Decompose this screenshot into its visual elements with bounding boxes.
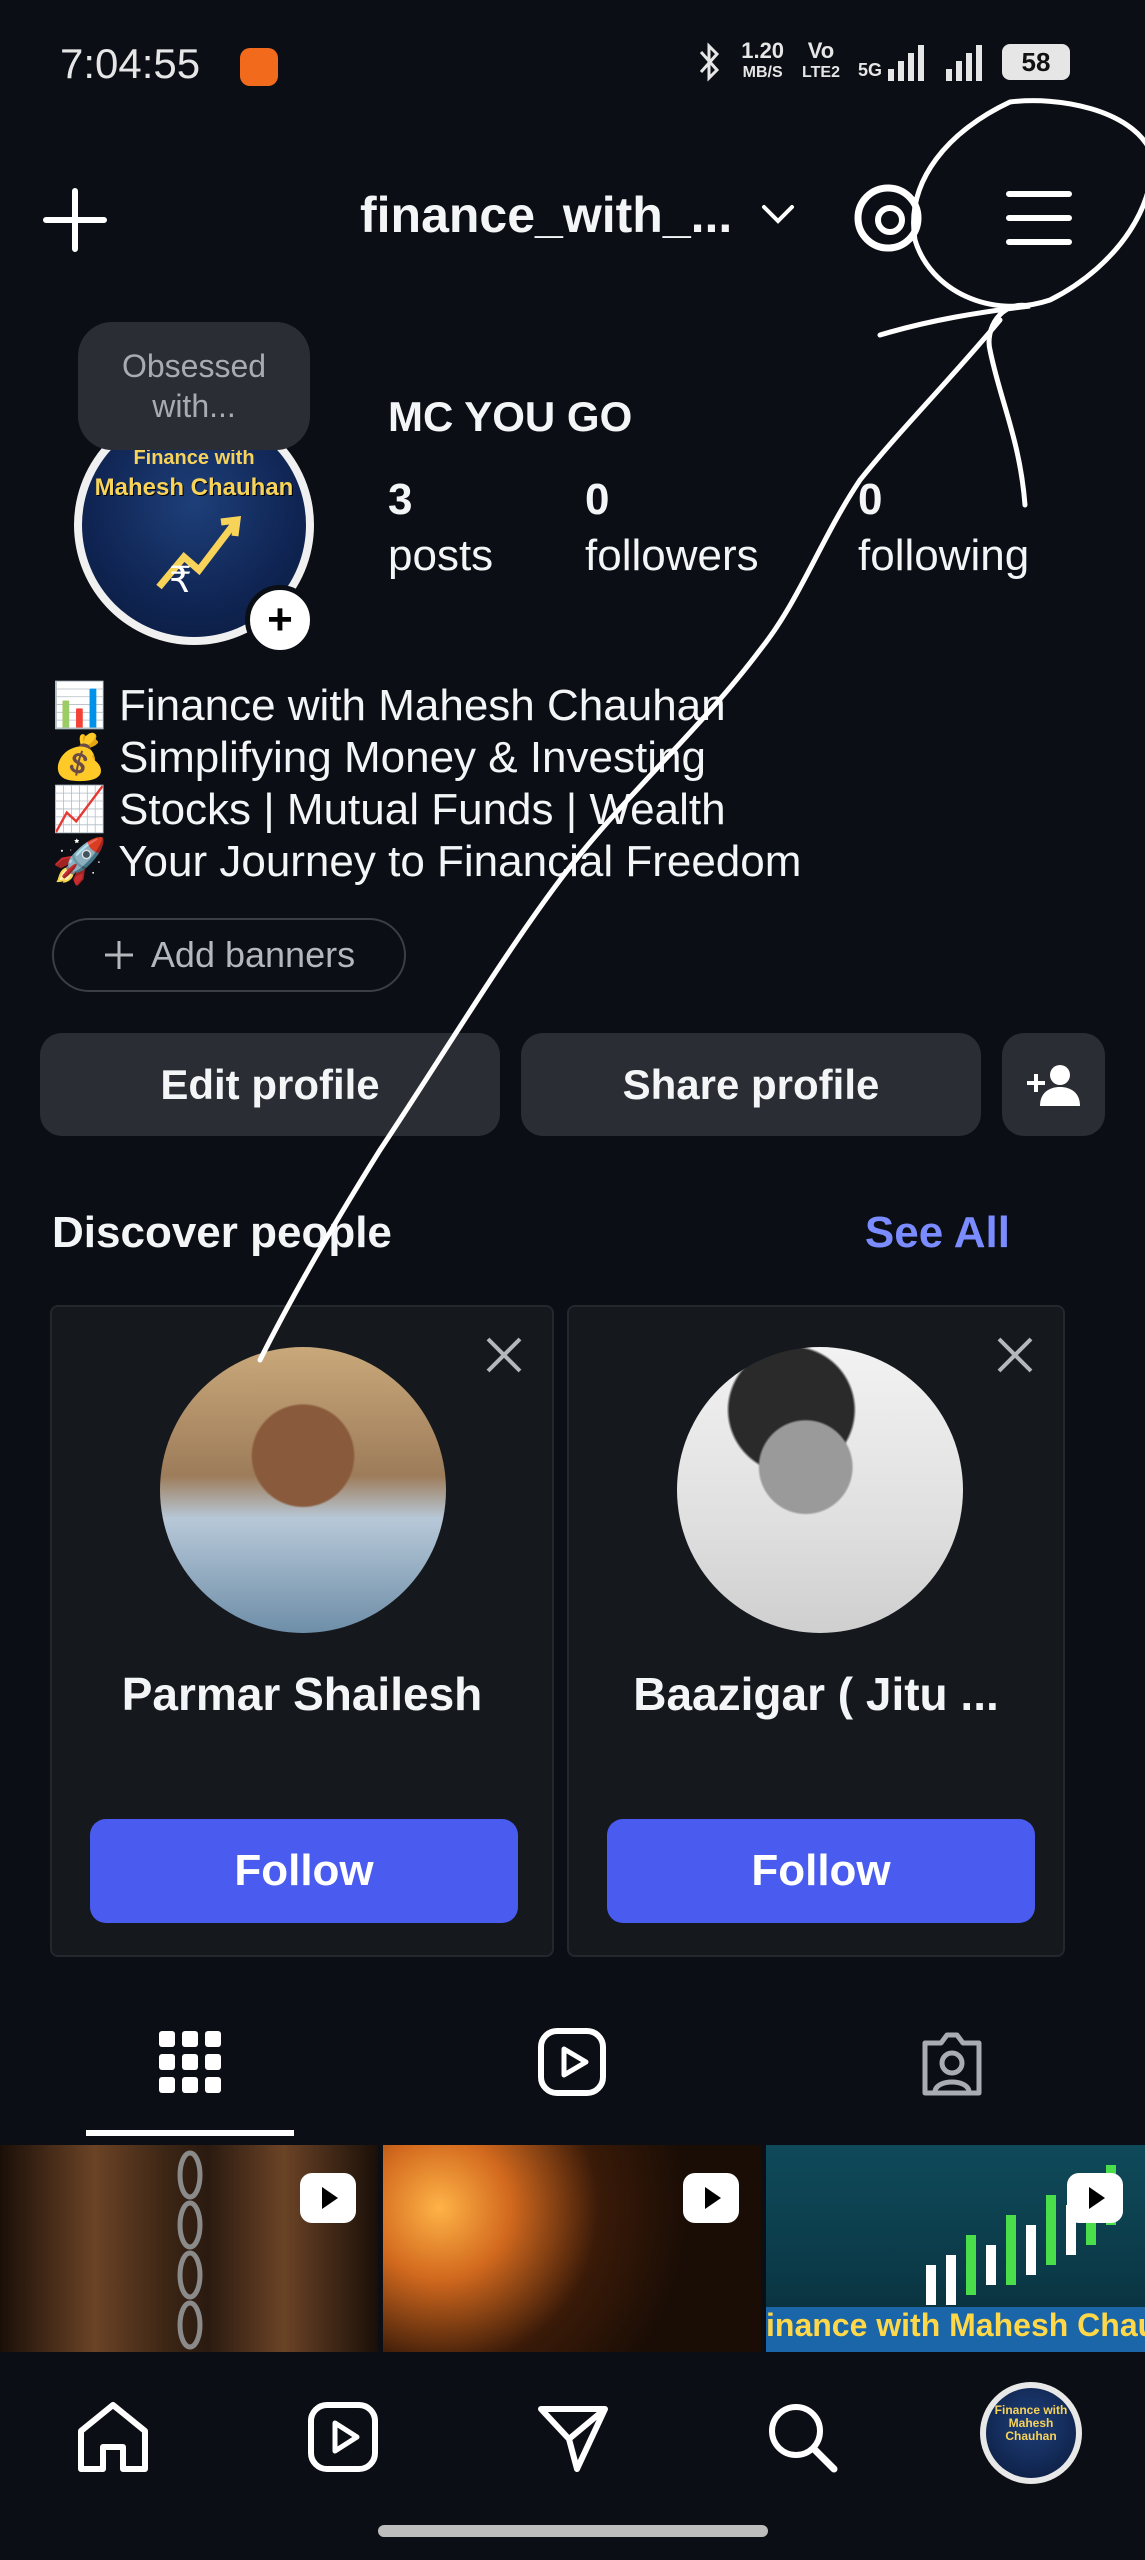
status-time: 7:04:55 <box>60 40 201 87</box>
bio-line: 📈 Stocks | Mutual Funds | Wealth <box>52 785 726 834</box>
svg-text:₹: ₹ <box>169 560 192 601</box>
chevron-down-icon <box>762 205 795 224</box>
follow-button[interactable]: Follow <box>607 1819 1035 1923</box>
display-name: MC YOU GO <box>388 393 633 440</box>
profile-nav-avatar[interactable]: Finance with Mahesh Chauhan <box>980 2382 1082 2484</box>
suggestion-name[interactable]: Parmar Shailesh <box>52 1667 552 1721</box>
notification-app-icon <box>240 48 278 86</box>
followers-stat[interactable]: 0 followers <box>585 475 759 581</box>
bio-line: 💰 Simplifying Money & Investing <box>52 733 706 782</box>
signal-icon-2 <box>946 45 982 81</box>
suggestion-name[interactable]: Baazigar ( Jitu ... <box>569 1667 1063 1721</box>
search-icon[interactable] <box>762 2397 842 2477</box>
discover-people-title: Discover people <box>52 1208 392 1257</box>
home-indicator[interactable] <box>378 2525 768 2537</box>
volte-indicator: Vo LTE2 <box>802 38 840 82</box>
tagged-tab-icon[interactable] <box>915 2025 989 2099</box>
direct-message-icon[interactable] <box>533 2397 613 2477</box>
suggestion-card: Baazigar ( Jitu ... Follow <box>567 1305 1065 1957</box>
follow-button[interactable]: Follow <box>90 1819 518 1923</box>
suggestion-card: Parmar Shailesh Follow <box>50 1305 554 1957</box>
add-person-icon <box>1026 1064 1080 1106</box>
create-plus-icon[interactable] <box>40 185 110 255</box>
reels-tab-icon[interactable] <box>535 2025 609 2099</box>
discover-people-toggle-button[interactable] <box>1002 1033 1105 1136</box>
chain-icon <box>177 2150 203 2350</box>
bio-line: 🚀 Your Journey to Financial Freedom <box>52 837 802 886</box>
signal-icon-1: 5G <box>858 43 926 81</box>
add-banners-button[interactable]: Add banners <box>52 918 406 992</box>
suggestion-avatar[interactable] <box>160 1347 446 1633</box>
battery-icon: 58 <box>1002 44 1070 80</box>
reel-badge-icon <box>1067 2173 1123 2223</box>
bio-line: 📊 Finance with Mahesh Chauhan <box>52 681 726 730</box>
grid-icon[interactable] <box>153 2025 227 2099</box>
post-thumbnail[interactable] <box>0 2145 378 2355</box>
rupee-growth-logo-icon: ₹ <box>156 515 242 601</box>
thumbnail-caption: inance with Mahesh Chauha <box>766 2307 1145 2353</box>
following-stat[interactable]: 0 following <box>858 475 1029 581</box>
plus-icon <box>104 941 133 969</box>
hamburger-menu-icon[interactable] <box>1003 184 1075 252</box>
edit-profile-button[interactable]: Edit profile <box>40 1033 500 1136</box>
home-icon[interactable] <box>73 2397 153 2477</box>
reel-badge-icon <box>683 2173 739 2223</box>
reels-icon[interactable] <box>303 2397 383 2477</box>
net-speed: 1.20 MB/S <box>741 38 785 82</box>
threads-icon[interactable] <box>850 180 926 256</box>
see-all-link[interactable]: See All <box>865 1208 1010 1258</box>
add-story-button[interactable]: + <box>245 585 315 655</box>
close-icon[interactable] <box>995 1335 1035 1375</box>
status-icons: 1.20 MB/S Vo LTE2 5G 58 <box>697 40 1070 84</box>
posts-stat[interactable]: 3 posts <box>388 475 493 581</box>
note-bubble[interactable]: Obsessed with... <box>78 322 310 450</box>
suggestion-avatar[interactable] <box>677 1347 963 1633</box>
username-label: finance_with_... <box>360 187 733 243</box>
post-thumbnail[interactable] <box>383 2145 761 2355</box>
reel-badge-icon <box>300 2173 356 2223</box>
bluetooth-icon <box>700 42 720 82</box>
share-profile-button[interactable]: Share profile <box>521 1033 981 1136</box>
bio: 📊 Finance with Mahesh Chauhan 💰 Simplify… <box>52 680 801 888</box>
account-switcher[interactable]: finance_with_... <box>360 186 796 244</box>
active-tab-indicator <box>86 2130 294 2136</box>
post-thumbnail[interactable]: inance with Mahesh Chauha <box>766 2145 1145 2355</box>
close-icon[interactable] <box>484 1335 524 1375</box>
